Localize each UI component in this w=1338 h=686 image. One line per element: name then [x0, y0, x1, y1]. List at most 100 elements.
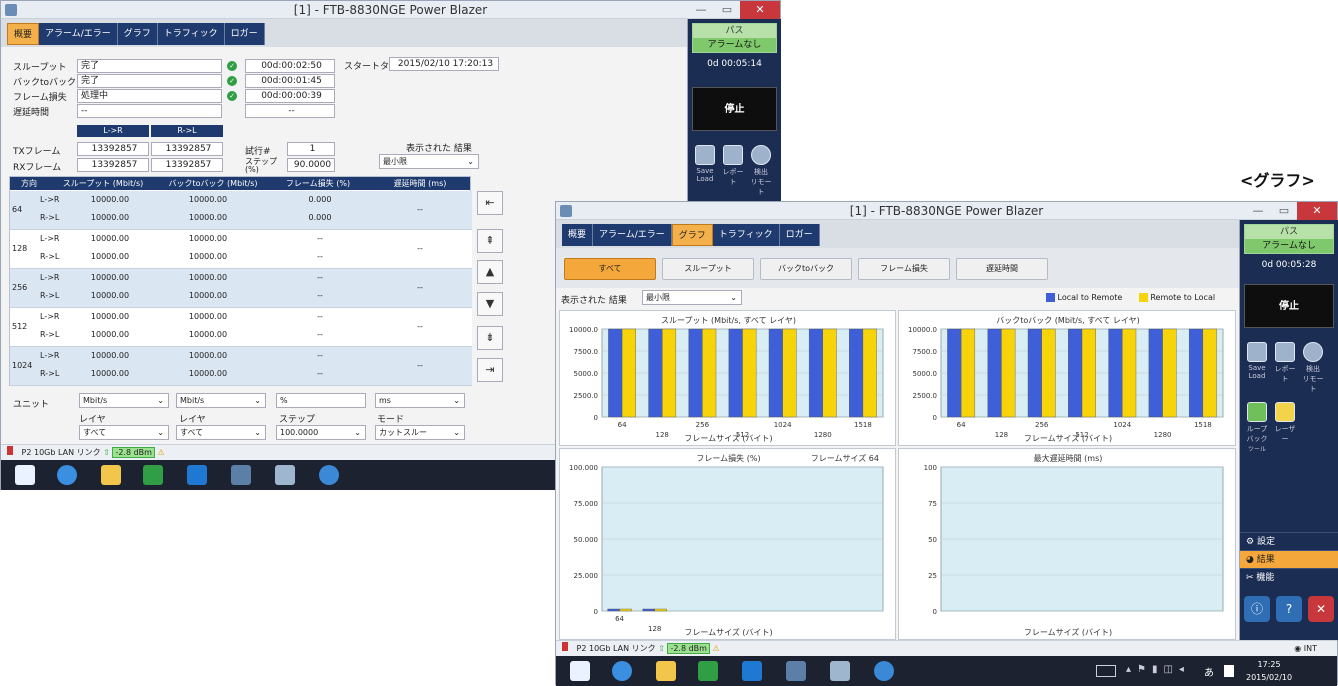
stop-button[interactable]: 停止 [692, 87, 777, 131]
maximize-icon[interactable]: ▭ [714, 1, 740, 19]
table-cell: L->R [40, 273, 60, 282]
power-blazer-icon[interactable] [830, 661, 850, 681]
t-app-icon[interactable] [187, 465, 207, 485]
tab-summary[interactable]: 概要 [562, 224, 594, 246]
menu-settings[interactable]: ⚙ 設定 [1240, 532, 1338, 550]
action-center-icon[interactable] [1224, 665, 1234, 677]
windows-start-icon[interactable] [15, 465, 35, 485]
help-icon[interactable]: ? [1276, 596, 1302, 622]
scroll-down-button[interactable]: ▼ [477, 292, 503, 316]
port-status: P2 10Gb LAN リンク [21, 448, 101, 457]
result-dropdown[interactable]: 最小限 ⌄ [379, 154, 479, 169]
table-cell: 0.000 [308, 195, 332, 204]
grid-app-icon[interactable] [231, 465, 251, 485]
scroll-up-button[interactable]: ▲ [477, 260, 503, 284]
table-row[interactable]: 512 L->R 10000.00 10000.00 -- R->L 10000.00 100… [10, 308, 472, 347]
latency-chart: 最大遅延時間 (ms) 0 25 50 75 100 フレームサイズ (バイト) [924, 453, 1224, 637]
unit-loss-field[interactable]: % [276, 393, 366, 408]
y-tick-label: 75 [928, 500, 937, 508]
pass-status: パス アラームなし [692, 23, 777, 53]
tab-traffic[interactable]: トラフィック [157, 23, 225, 45]
info-icon[interactable]: ⓘ [1244, 596, 1270, 622]
unit-latency-dropdown[interactable]: ms ⌄ [375, 393, 465, 408]
explorer-icon[interactable] [101, 465, 121, 485]
table-cell: 10000.00 [188, 291, 228, 300]
table-row[interactable]: 64 L->R 10000.00 10000.00 0.000 R->L 10000.00 1… [10, 191, 472, 230]
scroll-bottom-button[interactable]: ⇥ [477, 358, 503, 382]
table-row[interactable]: 128 L->R 10000.00 10000.00 -- R->L 10000.00 100… [10, 230, 472, 269]
tab-alarms[interactable]: アラーム/エラー [39, 23, 118, 45]
filter-b2b-button[interactable]: バックtoバック [760, 258, 852, 280]
report-button[interactable]: レポート [722, 145, 744, 197]
store-icon[interactable] [143, 465, 163, 485]
report-button[interactable]: レポート [1274, 342, 1296, 394]
store-icon[interactable] [698, 661, 718, 681]
step2-label: ステップ [279, 415, 316, 425]
ime-indicator[interactable]: あ [1204, 664, 1214, 679]
filter-loss-button[interactable]: フレーム損失 [858, 258, 950, 280]
table-cell: 10000.00 [188, 312, 228, 321]
scroll-top-button[interactable]: ⇤ [477, 191, 503, 215]
tab-graph[interactable]: グラフ [671, 224, 713, 246]
tab-graph[interactable]: グラフ [117, 23, 158, 45]
save-load-button[interactable]: Save Load [694, 145, 716, 197]
throughput-chart: スループット (Mbit/s, すべて レイヤ) 0 2500.0 5000.0 750… [569, 316, 884, 443]
clock[interactable]: 17:25 2015/02/10 [1246, 658, 1292, 684]
page-up-button[interactable]: ⇞ [477, 229, 503, 253]
discover-remote-button[interactable]: 検出 リモート [1302, 342, 1324, 394]
teamviewer-icon[interactable] [319, 465, 339, 485]
bar [621, 328, 636, 418]
result-dropdown[interactable]: 最小限 ⌄ [642, 290, 742, 305]
menu-functions[interactable]: ✂ 機能 [1240, 568, 1338, 586]
unit-b2b-dropdown[interactable]: Mbit/s ⌄ [176, 393, 266, 408]
mode-dropdown[interactable]: カットスルー ⌄ [375, 425, 465, 440]
save-load-button[interactable]: Save Load [1246, 342, 1268, 394]
tab-alarms[interactable]: アラーム/エラー [593, 224, 672, 246]
layer-dropdown[interactable]: すべて ⌄ [176, 425, 266, 440]
chart-panel-b2b: バックtoバック (Mbit/s, すべて レイヤ) 0 2500.0 5000.0 7… [898, 310, 1236, 446]
close-icon[interactable]: ✕ [1297, 202, 1337, 220]
tx-rl: 13392857 [151, 142, 223, 156]
stop-button[interactable]: 停止 [1244, 284, 1334, 328]
keyboard-icon[interactable] [1096, 665, 1116, 677]
tab-bar: 概要 アラーム/エラー グラフ トラフィック ロガー [556, 220, 1239, 248]
grid-app-icon[interactable] [786, 661, 806, 681]
minimize-icon[interactable]: — [1245, 202, 1271, 220]
explorer-icon[interactable] [656, 661, 676, 681]
tab-logger[interactable]: ロガー [224, 23, 265, 45]
table-row[interactable]: 1024 L->R 10000.00 10000.00 -- R->L 10000.00 10… [10, 347, 472, 386]
teamviewer-icon[interactable] [874, 661, 894, 681]
unit-throughput-dropdown[interactable]: Mbit/s ⌄ [79, 393, 169, 408]
discover-remote-button[interactable]: 検出 リモート [750, 145, 772, 197]
table-cell: -- [317, 312, 323, 321]
y-tick-label: 100.000 [569, 464, 598, 472]
ie-icon[interactable] [57, 465, 77, 485]
tab-logger[interactable]: ロガー [779, 224, 820, 246]
step-dropdown[interactable]: 100.0000 ⌄ [276, 425, 366, 440]
table-column-header: 遅延時間 (ms) [393, 179, 447, 188]
loopback-button[interactable]: ループ バック ツール [1246, 402, 1268, 453]
page-down-button[interactable]: ⇟ [477, 326, 503, 350]
table-row[interactable]: 256 L->R 10000.00 10000.00 -- R->L 10000.00 100… [10, 269, 472, 308]
filter-throughput-button[interactable]: スループット [662, 258, 754, 280]
maximize-icon[interactable]: ▭ [1271, 202, 1297, 220]
power-blazer-icon[interactable] [275, 465, 295, 485]
laser-button[interactable]: レーザー [1274, 402, 1296, 453]
tab-summary[interactable]: 概要 [7, 23, 40, 45]
tab-traffic[interactable]: トラフィック [712, 224, 780, 246]
menu-results[interactable]: ◕ 結果 [1240, 550, 1338, 568]
t-app-icon[interactable] [742, 661, 762, 681]
minimize-icon[interactable]: — [688, 1, 714, 19]
x-tick-label: 256 [1035, 421, 1049, 429]
windows-start-icon[interactable] [570, 661, 590, 681]
ie-icon[interactable] [612, 661, 632, 681]
exit-icon[interactable]: ✕ [1308, 596, 1334, 622]
layer-label: レイヤ [179, 415, 206, 425]
discover-remote-label: 検出 リモート [1302, 365, 1324, 393]
filter-latency-button[interactable]: 遅延時間 [956, 258, 1048, 280]
chevron-down-icon: ⌄ [730, 293, 737, 302]
layer-dropdown[interactable]: すべて ⌄ [79, 425, 169, 440]
filter-all-button[interactable]: すべて [564, 258, 656, 280]
table-cell: R->L [40, 330, 60, 339]
close-icon[interactable]: ✕ [740, 1, 780, 19]
